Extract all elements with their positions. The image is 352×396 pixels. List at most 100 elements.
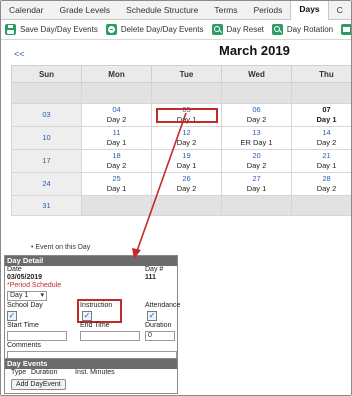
day-rotation-label: Day 2 bbox=[316, 138, 337, 147]
tab-schedule-structure[interactable]: Schedule Structure bbox=[118, 1, 206, 20]
day-rotation-label: Day Rotation bbox=[286, 25, 334, 34]
day-rotation-button[interactable]: Day Rotation bbox=[271, 24, 334, 35]
calendar-day-cell[interactable]: 31 bbox=[11, 195, 82, 216]
day-reset-button[interactable]: Day Reset bbox=[211, 24, 264, 35]
calendar-empty-cell bbox=[81, 82, 152, 104]
add-day-event-button[interactable]: Add DayEvent bbox=[11, 379, 66, 390]
calendar-week-row: 10 11 Day 1 12 Day 2 13 ER Day 1 14 Day 2 bbox=[11, 126, 351, 150]
weekday-header: Mon bbox=[81, 65, 152, 83]
attendance-checkbox[interactable]: ✓ bbox=[147, 311, 157, 321]
duration-input[interactable]: 0 bbox=[145, 331, 175, 341]
calendar-day-cell[interactable]: 18 Day 2 bbox=[81, 149, 152, 173]
weekday-header: Sun bbox=[11, 65, 82, 83]
calendar-day-cell[interactable]: 13 ER Day 1 bbox=[221, 126, 292, 150]
date-value: 03/05/2019 bbox=[7, 274, 43, 281]
calendar-day-cell[interactable]: 04 Day 2 bbox=[81, 103, 152, 127]
calendar-day-cell[interactable]: 06 Day 2 bbox=[221, 103, 292, 127]
day-number: 14 bbox=[322, 128, 331, 137]
search-icon bbox=[211, 24, 223, 35]
calendar-day-cell[interactable]: 10 bbox=[11, 126, 82, 150]
end-time-input[interactable] bbox=[80, 331, 140, 341]
calendar-day-cell[interactable]: 12 Day 2 bbox=[151, 126, 222, 150]
day-number-label: Day # bbox=[145, 266, 164, 273]
day-number: 26 bbox=[182, 174, 191, 183]
delete-day-events-button[interactable]: Delete Day/Day Events bbox=[105, 24, 204, 35]
save-day-events-label: Save Day/Day Events bbox=[20, 25, 98, 34]
calendar-day-cell[interactable]: 03 bbox=[11, 103, 82, 127]
date-label: Date bbox=[7, 266, 22, 273]
calendar-week-row: 31 bbox=[11, 195, 351, 216]
day-rotation-label: Day 2 bbox=[316, 184, 337, 193]
day-number: 28 bbox=[322, 174, 331, 183]
day-number: 05 bbox=[182, 105, 191, 114]
day-number: 18 bbox=[112, 151, 121, 160]
day-rotation-label: Day 2 bbox=[106, 115, 127, 124]
day-reset-label: Day Reset bbox=[226, 25, 264, 34]
attendance-label: Attendance bbox=[145, 302, 181, 309]
weekday-header: Thu bbox=[291, 65, 351, 83]
previous-month-link[interactable]: << bbox=[14, 49, 25, 59]
day-number: 19 bbox=[182, 151, 191, 160]
tab-periods[interactable]: Periods bbox=[246, 1, 291, 20]
day-detail-title: Day Detail bbox=[5, 256, 177, 266]
calendar-day-cell[interactable]: 24 bbox=[11, 172, 82, 196]
calendar-day-cell[interactable]: 27 Day 1 bbox=[221, 172, 292, 196]
calendar-day-cell[interactable]: 25 Day 1 bbox=[81, 172, 152, 196]
day-number: 31 bbox=[42, 200, 51, 210]
legend-text: Event on this Day bbox=[35, 244, 91, 251]
tab-terms[interactable]: Terms bbox=[206, 1, 245, 20]
calendar-day-cell[interactable]: 20 Day 2 bbox=[221, 149, 292, 173]
calendar-day-cell[interactable]: 14 Day 2 bbox=[291, 126, 351, 150]
calendar-day-cell-today[interactable]: 07 Day 1 bbox=[291, 103, 351, 127]
calendar-day-cell[interactable]: 11 Day 1 bbox=[81, 126, 152, 150]
print-button[interactable] bbox=[341, 24, 351, 35]
col-inst-minutes: Inst. Minutes bbox=[75, 369, 115, 376]
day-number: 20 bbox=[252, 151, 261, 160]
tab-grade-levels[interactable]: Grade Levels bbox=[52, 1, 119, 20]
calendar-week-row: 03 04 Day 2 05 Day 1 06 Day 2 07 Day 1 bbox=[11, 103, 351, 127]
duration-label: Duration bbox=[145, 322, 172, 329]
day-number: 12 bbox=[182, 128, 191, 137]
duration-value: 0 bbox=[148, 332, 152, 339]
day-rotation-label: Day 1 bbox=[176, 115, 197, 124]
calendar-day-cell[interactable]: 17 bbox=[11, 149, 82, 173]
save-icon bbox=[5, 24, 16, 35]
calendar-day-cell[interactable]: 28 Day 2 bbox=[291, 172, 351, 196]
instruction-highlight-box bbox=[77, 299, 122, 323]
day-number: 24 bbox=[42, 179, 51, 188]
month-calendar: Sun Mon Tue Wed Thu 03 04 Day 2 05 Day 1 0… bbox=[11, 65, 351, 216]
calendar-empty-cell bbox=[11, 82, 82, 104]
calendar-day-cell[interactable]: 19 Day 1 bbox=[151, 149, 222, 173]
tab-calendar[interactable]: Calendar bbox=[1, 1, 52, 20]
delete-day-events-label: Delete Day/Day Events bbox=[120, 25, 204, 34]
month-title: March 2019 bbox=[219, 43, 290, 58]
event-marker-icon: • bbox=[31, 244, 34, 251]
day-rotation-label: Day 1 bbox=[316, 115, 337, 124]
period-schedule-label: *Period Schedule bbox=[7, 282, 62, 289]
tab-days[interactable]: Days bbox=[290, 1, 329, 20]
school-day-checkbox[interactable]: ✓ bbox=[7, 311, 17, 321]
day-number: 27 bbox=[252, 174, 261, 183]
day-rotation-label: Day 2 bbox=[176, 184, 197, 193]
start-time-label: Start Time bbox=[7, 322, 39, 329]
calendar-week-row: 17 18 Day 2 19 Day 1 20 Day 2 21 Day 1 bbox=[11, 149, 351, 173]
day-number: 21 bbox=[322, 151, 331, 160]
calendar-week-row bbox=[11, 82, 351, 104]
day-events-panel: Day Events Type Duration Inst. Minutes A… bbox=[4, 358, 178, 394]
day-number: 07 bbox=[322, 105, 331, 114]
period-schedule-select[interactable]: Day 1 ▾ bbox=[7, 291, 47, 301]
dropdown-arrow-icon: ▾ bbox=[40, 292, 44, 299]
save-day-events-button[interactable]: Save Day/Day Events bbox=[5, 24, 98, 35]
day-rotation-label: Day 2 bbox=[176, 138, 197, 147]
day-rotation-label: ER Day 1 bbox=[240, 138, 273, 147]
calendar-day-cell[interactable]: 26 Day 2 bbox=[151, 172, 222, 196]
weekday-header: Wed bbox=[221, 65, 292, 83]
print-icon bbox=[341, 24, 351, 35]
calendar-day-cell-selected[interactable]: 05 Day 1 bbox=[151, 103, 222, 127]
day-events-columns: Type Duration Inst. Minutes bbox=[5, 369, 177, 378]
calendar-day-cell[interactable]: 21 Day 1 bbox=[291, 149, 351, 173]
day-rotation-label: Day 1 bbox=[316, 161, 337, 170]
calendar-empty-cell bbox=[291, 195, 351, 216]
start-time-input[interactable] bbox=[7, 331, 67, 341]
tab-overflow[interactable]: C bbox=[329, 1, 351, 20]
